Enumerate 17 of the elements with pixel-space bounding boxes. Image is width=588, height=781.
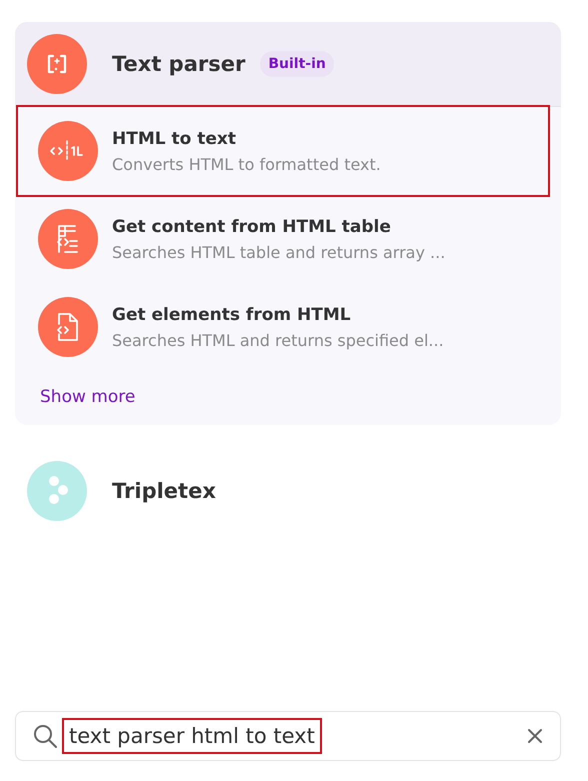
action-title: Get content from HTML table	[112, 216, 392, 236]
show-more-link[interactable]: Show more	[40, 387, 136, 407]
action-description: Searches HTML table and returns array ...	[112, 242, 446, 262]
action-title: Get elements from HTML	[112, 304, 352, 324]
action-item[interactable]: HTML to text Converts HTML to formatted text.	[18, 107, 548, 195]
action-title: HTML to text	[112, 128, 237, 148]
search-field[interactable]: text parser html to text	[15, 711, 561, 761]
built-in-badge: Built-in	[260, 51, 334, 77]
app-header[interactable]: Text parser Built-in	[15, 22, 561, 107]
action-item[interactable]: Get content from HTML table Searches HTML table and returns array ...	[18, 195, 548, 283]
action-item[interactable]: Get elements from HTML Searches HTML and returns specified el...	[18, 283, 548, 371]
search-value: text parser html to text	[64, 720, 320, 752]
app-name[interactable]: Text parser	[112, 52, 246, 76]
app-name[interactable]: Tripletex	[112, 479, 216, 503]
search-icon	[32, 723, 58, 749]
action-description: Searches HTML and returns specified el...	[112, 330, 444, 350]
action-description: Converts HTML to formatted text.	[112, 154, 381, 174]
